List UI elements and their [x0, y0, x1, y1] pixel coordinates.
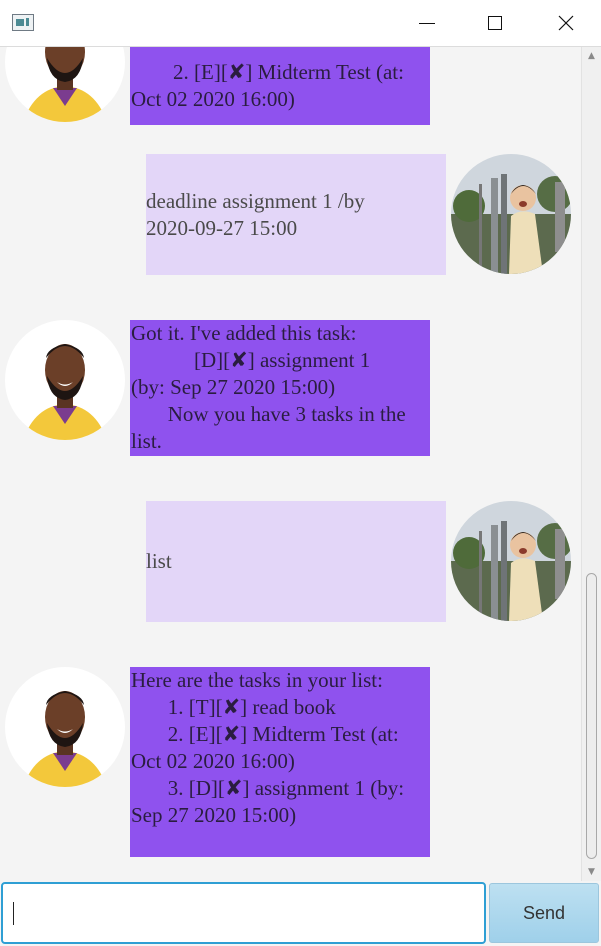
user-message: list: [146, 501, 446, 622]
minimize-icon: [419, 22, 435, 24]
dialog-row-bot: Got it. I've added this task: [D][✘] ass…: [0, 320, 581, 456]
maximize-button[interactable]: [472, 0, 518, 46]
dialog-row-bot: 2. [E][✘] Midterm Test (at: Oct 02 2020 …: [0, 47, 581, 137]
bot-avatar: [5, 47, 125, 122]
title-bar: [0, 0, 601, 47]
dialog-row-bot: Here are the tasks in your list: 1. [T][…: [0, 667, 581, 857]
bot-avatar: [5, 320, 125, 440]
bot-avatar: [5, 667, 125, 787]
text-caret: [13, 902, 14, 925]
scrollbar-thumb[interactable]: [586, 573, 597, 859]
user-avatar: [451, 154, 571, 274]
maximize-icon: [488, 16, 502, 30]
scroll-up-arrow-icon[interactable]: ▲: [582, 47, 601, 65]
input-bar: Send: [0, 881, 601, 946]
send-button[interactable]: Send: [489, 883, 599, 943]
minimize-button[interactable]: [404, 0, 450, 46]
close-button[interactable]: [543, 0, 589, 46]
bot-message: 2. [E][✘] Midterm Test (at: Oct 02 2020 …: [130, 47, 430, 125]
dialog-row-user: list: [0, 501, 581, 623]
bot-message: Got it. I've added this task: [D][✘] ass…: [130, 320, 430, 456]
chat-scroll-pane[interactable]: 2. [E][✘] Midterm Test (at: Oct 02 2020 …: [0, 47, 581, 881]
scroll-down-arrow-icon[interactable]: ▼: [582, 863, 601, 881]
app-icon: [12, 14, 34, 31]
bot-message: Here are the tasks in your list: 1. [T][…: [130, 667, 430, 857]
user-avatar: [451, 501, 571, 621]
vertical-scrollbar[interactable]: ▲ ▼: [581, 47, 601, 881]
dialog-row-user: deadline assignment 1 /by 2020-09-27 15:…: [0, 154, 581, 276]
message-input[interactable]: [1, 882, 486, 944]
close-icon: [558, 15, 574, 31]
user-message: deadline assignment 1 /by 2020-09-27 15:…: [146, 154, 446, 275]
